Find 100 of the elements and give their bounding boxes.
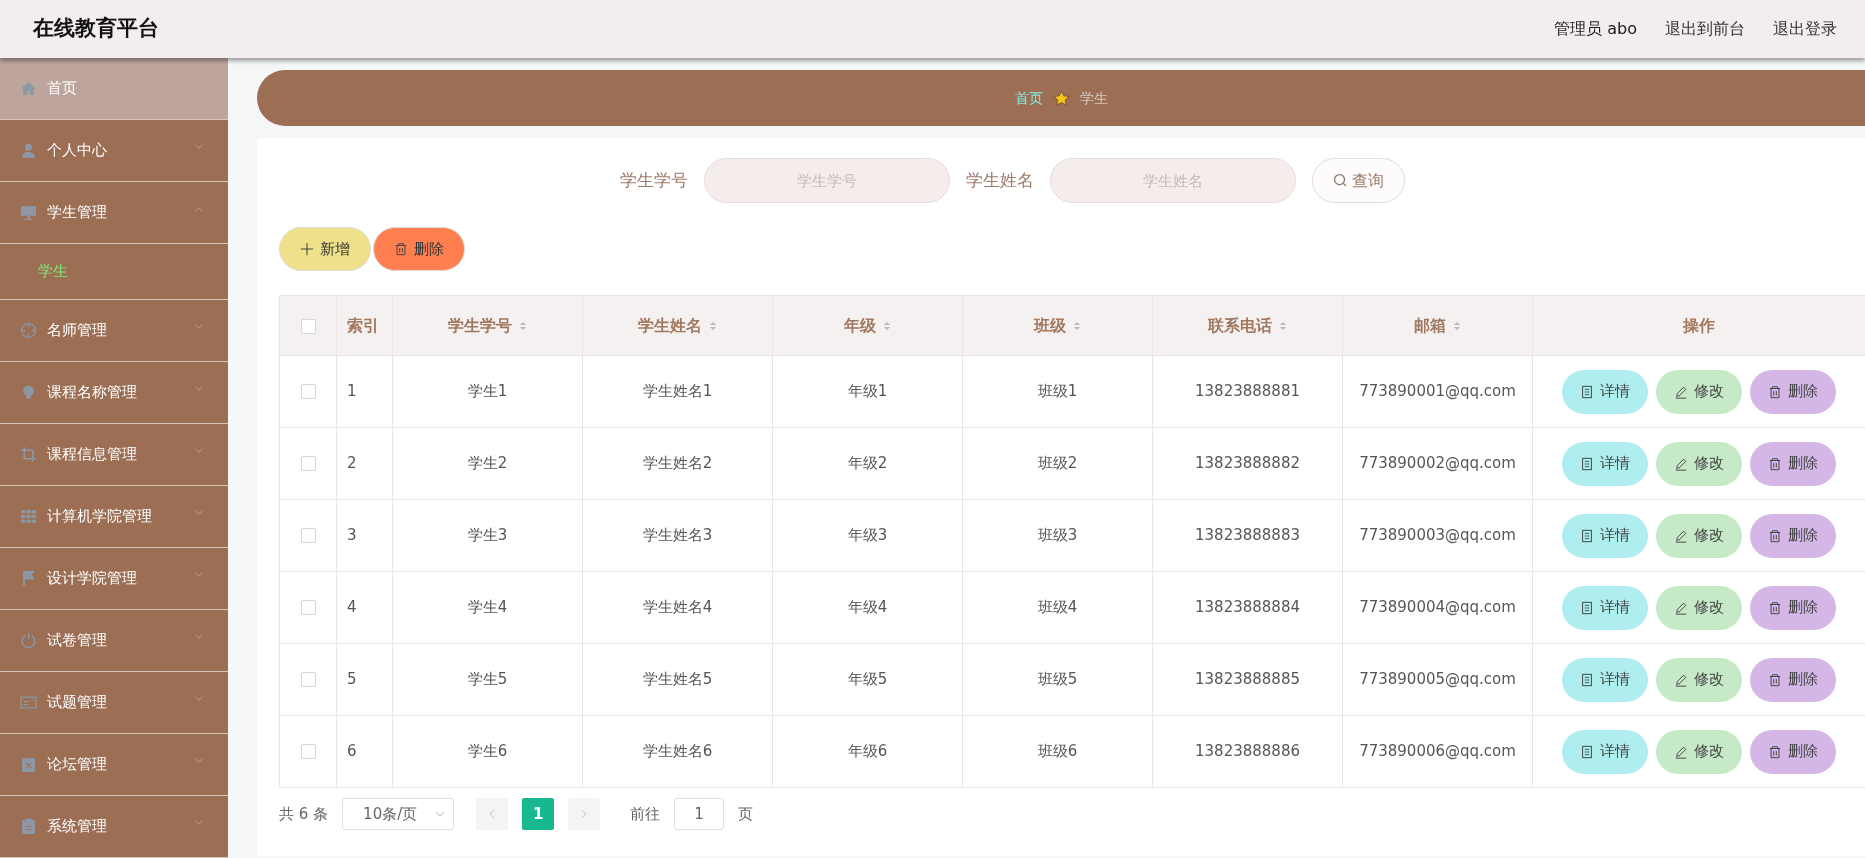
clipboard-icon bbox=[20, 756, 37, 773]
sidebar-item[interactable]: 试卷管理 bbox=[0, 610, 228, 672]
trash-icon bbox=[394, 242, 408, 256]
edit-button[interactable]: 修改 bbox=[1656, 513, 1742, 558]
table-cell: 年级5 bbox=[772, 643, 963, 716]
detail-button[interactable]: 详情 bbox=[1562, 441, 1648, 486]
delete-button[interactable]: 删除 bbox=[1750, 441, 1836, 486]
pencil-icon bbox=[1674, 672, 1688, 687]
sidebar-item[interactable]: 课程信息管理 bbox=[0, 424, 228, 486]
pencil-icon bbox=[1674, 600, 1688, 615]
edit-button[interactable]: 修改 bbox=[1656, 369, 1742, 414]
sidebar-item[interactable]: 课程名称管理 bbox=[0, 362, 228, 424]
chevron-up-icon bbox=[192, 204, 206, 214]
goto-label: 前往 bbox=[630, 803, 661, 825]
user-icon bbox=[20, 142, 37, 159]
sidebar-item[interactable]: 设计学院管理 bbox=[0, 548, 228, 610]
select-all-checkbox[interactable] bbox=[300, 318, 316, 334]
user-name: 管理员 abo bbox=[1554, 18, 1637, 40]
sidebar-item[interactable]: 个人中心 bbox=[0, 120, 228, 182]
edit-button[interactable]: 修改 bbox=[1656, 657, 1742, 702]
delete-button[interactable]: 删除 bbox=[373, 227, 465, 271]
table-cell: 年级3 bbox=[772, 499, 963, 572]
row-checkbox[interactable] bbox=[300, 456, 316, 472]
detail-button[interactable]: 详情 bbox=[1562, 657, 1648, 702]
chevron-down-icon bbox=[192, 818, 206, 828]
table-cell: 773890004@qq.com bbox=[1342, 571, 1533, 644]
sidebar-item[interactable]: 学生管理 bbox=[0, 182, 228, 244]
page-input[interactable]: 1 bbox=[674, 798, 725, 830]
field-label: 学生学号 bbox=[619, 168, 688, 192]
trash-icon bbox=[1768, 528, 1782, 543]
trash-icon bbox=[1768, 456, 1782, 471]
page-size-select[interactable]: 10条/页 bbox=[342, 798, 455, 830]
delete-button[interactable]: 删除 bbox=[1750, 369, 1836, 414]
column-header[interactable]: 邮箱 bbox=[1413, 315, 1446, 335]
table-cell: 773890002@qq.com bbox=[1342, 427, 1533, 500]
breadcrumb-current: 学生 bbox=[1079, 88, 1108, 108]
chevron-down-icon bbox=[192, 632, 206, 642]
column-header: 操作 bbox=[1683, 315, 1715, 335]
table-cell: 班级5 bbox=[962, 643, 1153, 716]
delete-button[interactable]: 删除 bbox=[1750, 657, 1836, 702]
delete-button[interactable]: 删除 bbox=[1750, 513, 1836, 558]
table-cell: 班级1 bbox=[962, 355, 1153, 428]
chevron-down-icon bbox=[435, 809, 446, 819]
column-header[interactable]: 学生姓名 bbox=[637, 315, 702, 335]
header-link[interactable]: 退出登录 bbox=[1773, 17, 1837, 41]
row-checkbox[interactable] bbox=[300, 672, 316, 688]
detail-button[interactable]: 详情 bbox=[1562, 585, 1648, 630]
table-cell: 1 bbox=[336, 355, 393, 428]
sidebar-item[interactable]: 名师管理 bbox=[0, 300, 228, 362]
row-checkbox[interactable] bbox=[300, 528, 316, 544]
detail-button[interactable]: 详情 bbox=[1562, 369, 1648, 414]
sidebar-subitem[interactable]: 学生 bbox=[0, 244, 228, 300]
table-cell: 学生姓名1 bbox=[582, 355, 773, 428]
table-cell: 学生姓名4 bbox=[582, 571, 773, 644]
table-cell: 773890001@qq.com bbox=[1342, 355, 1533, 428]
flag-icon bbox=[20, 570, 37, 587]
sidebar-item[interactable]: 系统管理 bbox=[0, 796, 228, 858]
table-cell: 5 bbox=[336, 643, 393, 716]
sidebar-item[interactable]: 试题管理 bbox=[0, 672, 228, 734]
breadcrumb-link[interactable]: 首页 bbox=[1014, 87, 1043, 109]
chevron-down-icon bbox=[192, 508, 206, 518]
chevron-down-icon bbox=[192, 142, 206, 152]
detail-button[interactable]: 详情 bbox=[1562, 729, 1648, 774]
trash-icon bbox=[1768, 672, 1782, 687]
sidebar-item[interactable]: 计算机学院管理 bbox=[0, 486, 228, 548]
grid-icon bbox=[20, 508, 37, 525]
table-cell: 3 bbox=[336, 499, 393, 572]
document-icon bbox=[1580, 744, 1594, 759]
column-header[interactable]: 学生学号 bbox=[447, 315, 512, 335]
row-checkbox[interactable] bbox=[300, 744, 316, 760]
search-button[interactable]: 查询 bbox=[1311, 158, 1405, 203]
document-icon bbox=[1580, 600, 1594, 615]
sidebar-item[interactable]: 论坛管理 bbox=[0, 734, 228, 796]
table-cell: 学生5 bbox=[392, 643, 583, 716]
table-cell: 班级4 bbox=[962, 571, 1153, 644]
card-icon bbox=[20, 694, 37, 711]
table-cell: 2 bbox=[336, 427, 393, 500]
table-cell: 年级6 bbox=[772, 715, 963, 788]
table-cell: 学生6 bbox=[392, 715, 583, 788]
delete-button[interactable]: 删除 bbox=[1750, 729, 1836, 774]
delete-button[interactable]: 删除 bbox=[1750, 585, 1836, 630]
chevron-down-icon bbox=[192, 322, 206, 332]
column-header[interactable]: 年级 bbox=[843, 315, 876, 335]
column-header[interactable]: 班级 bbox=[1033, 315, 1066, 335]
edit-button[interactable]: 修改 bbox=[1656, 441, 1742, 486]
table-cell: 学生4 bbox=[392, 571, 583, 644]
row-checkbox[interactable] bbox=[300, 600, 316, 616]
table-cell: 13823888881 bbox=[1152, 355, 1343, 428]
pencil-icon bbox=[1674, 528, 1688, 543]
row-checkbox[interactable] bbox=[300, 384, 316, 400]
column-header[interactable]: 联系电话 bbox=[1207, 315, 1272, 335]
detail-button[interactable]: 详情 bbox=[1562, 513, 1648, 558]
add-button[interactable]: 新增 bbox=[279, 227, 371, 271]
edit-button[interactable]: 修改 bbox=[1656, 729, 1742, 774]
header-link[interactable]: 退出到前台 bbox=[1665, 17, 1745, 41]
table-cell: 4 bbox=[336, 571, 393, 644]
table-cell: 学生姓名3 bbox=[582, 499, 773, 572]
table-cell: 773890005@qq.com bbox=[1342, 643, 1533, 716]
table-cell: 773890006@qq.com bbox=[1342, 715, 1533, 788]
edit-button[interactable]: 修改 bbox=[1656, 585, 1742, 630]
